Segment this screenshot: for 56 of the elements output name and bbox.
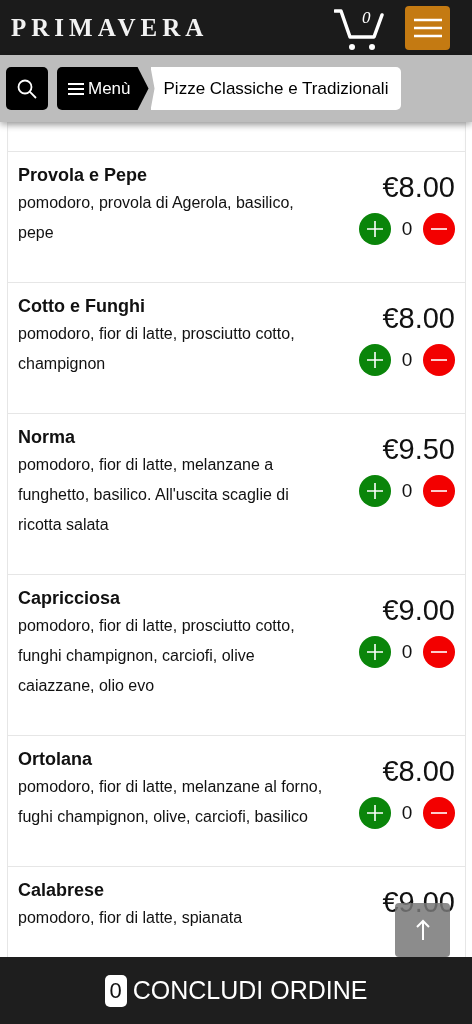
item-price: €8.00 bbox=[382, 754, 455, 788]
item-description: pomodoro, fior di latte, spianata bbox=[18, 908, 244, 928]
add-button[interactable] bbox=[359, 344, 391, 376]
plus-icon bbox=[367, 483, 383, 499]
remove-button[interactable] bbox=[423, 344, 455, 376]
minus-icon bbox=[431, 228, 447, 230]
minus-icon bbox=[431, 490, 447, 492]
arrow-up-icon bbox=[414, 919, 431, 941]
item-name: Ortolana bbox=[18, 748, 93, 770]
remove-button[interactable] bbox=[423, 636, 455, 668]
quantity: 0 bbox=[400, 802, 414, 824]
plus-icon bbox=[367, 221, 383, 237]
item-description: pomodoro, fior di latte, prosciutto cotto, champignon bbox=[18, 324, 296, 374]
item-price: €8.00 bbox=[382, 170, 455, 204]
remove-button[interactable] bbox=[423, 213, 455, 245]
cart-button[interactable]: 0 bbox=[334, 6, 388, 51]
minus-icon bbox=[431, 651, 447, 653]
item-name: Provola e Pepe bbox=[18, 164, 149, 186]
add-button[interactable] bbox=[359, 213, 391, 245]
cart-count: 0 bbox=[362, 8, 371, 27]
plus-icon bbox=[367, 644, 383, 660]
order-count: 0 bbox=[104, 974, 127, 1007]
logo[interactable]: PRIMAVERA bbox=[11, 13, 334, 42]
menu-link[interactable]: Menù bbox=[57, 67, 149, 110]
remove-button[interactable] bbox=[423, 797, 455, 829]
menu-icon bbox=[413, 17, 442, 38]
item-price: €9.00 bbox=[382, 885, 455, 919]
quantity: 0 bbox=[400, 480, 414, 502]
plus-icon bbox=[367, 805, 383, 821]
remove-button[interactable] bbox=[423, 475, 455, 507]
item-price: €9.00 bbox=[382, 593, 455, 627]
item-description: pomodoro, fior di latte, melanzane a funghetto, basilico. All'uscita scaglie di ricotta salata bbox=[18, 455, 290, 535]
item-name: Capricciosa bbox=[18, 587, 122, 609]
search-button[interactable] bbox=[6, 67, 48, 110]
item-description: pomodoro, fior di latte, prosciutto cotto, funghi champignon, carciofi, olive caiazzane, olio evo bbox=[18, 616, 296, 696]
quantity: 0 bbox=[400, 349, 414, 371]
minus-icon bbox=[431, 359, 447, 361]
add-button[interactable] bbox=[359, 636, 391, 668]
item-name: Calabrese bbox=[18, 879, 106, 901]
item-name: Cotto e Funghi bbox=[18, 295, 146, 317]
add-button[interactable] bbox=[359, 797, 391, 829]
checkout-button[interactable]: 0 CONCLUDI ORDINE bbox=[0, 957, 472, 1024]
category-label: Pizze Classiche e Tradizionali bbox=[150, 67, 402, 110]
search-icon bbox=[17, 78, 37, 99]
item-price: €8.00 bbox=[382, 301, 455, 335]
item-price: €9.50 bbox=[382, 432, 455, 466]
item-description: pomodoro, fior di latte, melanzane al forno, fughi champignon, olive, carciofi, basilico bbox=[18, 777, 324, 827]
quantity: 0 bbox=[400, 218, 414, 240]
item-name: Norma bbox=[18, 426, 76, 448]
add-button[interactable] bbox=[359, 475, 391, 507]
item-description: pomodoro, provola di Agerola, basilico, pepe bbox=[18, 193, 295, 243]
minus-icon bbox=[431, 812, 447, 814]
list-icon bbox=[68, 81, 84, 96]
plus-icon bbox=[367, 352, 383, 368]
quantity: 0 bbox=[400, 641, 414, 663]
menu-button[interactable] bbox=[405, 5, 450, 50]
